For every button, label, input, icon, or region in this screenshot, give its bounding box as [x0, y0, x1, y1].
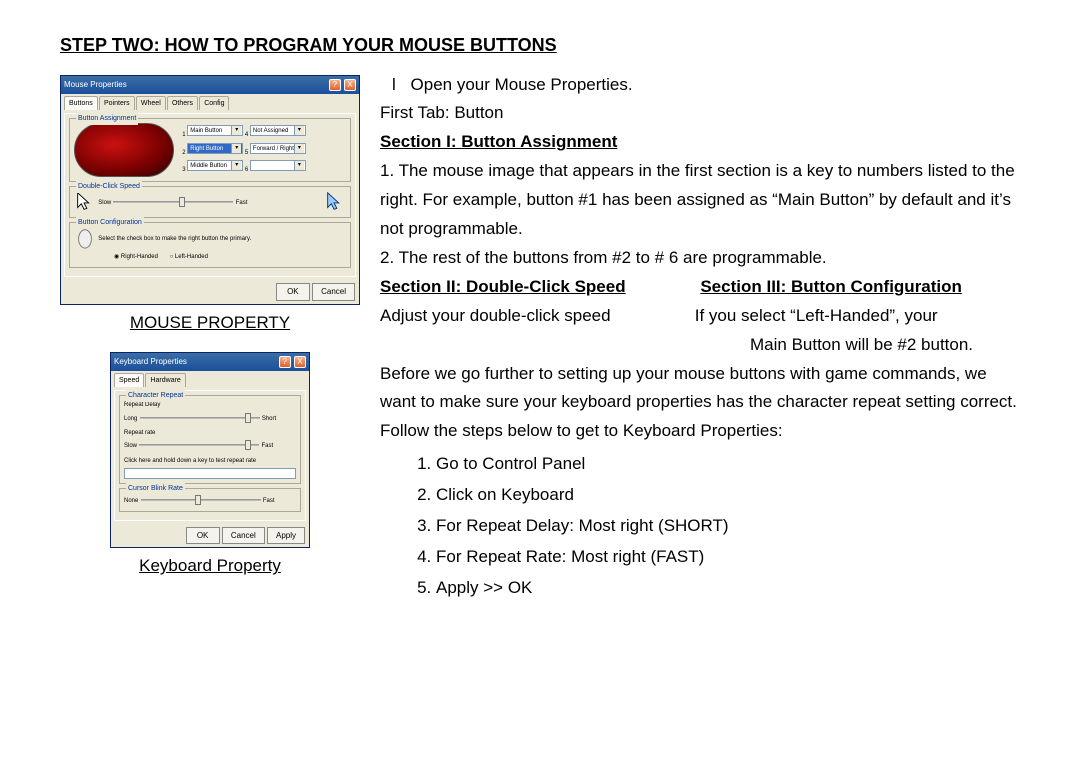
mouse-caption: MOUSE PROPERTY [60, 309, 360, 338]
fast-label: Fast [263, 498, 275, 504]
double-click-slider[interactable] [113, 198, 233, 206]
button5-dropdown[interactable]: Forward / Right Click [250, 143, 306, 154]
close-icon[interactable]: X [294, 356, 306, 368]
step-item: Apply >> OK [436, 574, 1020, 603]
section2-heading: Section II: Double-Click Speed [380, 273, 626, 302]
cancel-button[interactable]: Cancel [222, 527, 265, 545]
help-icon[interactable]: ? [329, 79, 341, 91]
short-label: Short [262, 416, 276, 422]
group-title: Double-Click Speed [76, 181, 142, 193]
group-button-config: Button Configuration Select the check bo… [69, 222, 351, 268]
none-label: None [124, 498, 138, 504]
mouse-properties-window: Mouse Properties ? X Buttons Pointers Wh… [60, 75, 360, 305]
slow-label: Slow [98, 201, 111, 207]
cursor-blink-slider[interactable] [141, 496, 261, 504]
tab-config[interactable]: Config [199, 96, 229, 111]
cancel-button[interactable]: Cancel [312, 283, 355, 301]
section-row: Section II: Double-Click Speed Section I… [380, 273, 1020, 302]
tab-speed[interactable]: Speed [114, 373, 144, 388]
group-title: Button Configuration [76, 217, 144, 229]
open-text: Open your Mouse Properties. [411, 75, 633, 94]
group-cursor-blink: Cursor Blink Rate None Fast [119, 488, 301, 512]
section1-heading: Section I: Button Assignment [380, 128, 617, 157]
ok-button[interactable]: OK [276, 283, 310, 301]
mouse-window-title: Mouse Properties [64, 78, 127, 92]
radio-right-handed[interactable]: Right-Handed [121, 254, 158, 260]
section1-para1: 1. The mouse image that appears in the f… [380, 157, 1020, 244]
ok-button[interactable]: OK [186, 527, 220, 545]
open-line: l Open your Mouse Properties. [380, 71, 1020, 100]
fast-label: Fast [261, 443, 273, 449]
group-title: Character Repeat [126, 390, 185, 402]
apply-button[interactable]: Apply [267, 527, 305, 545]
section1-para2: 2. The rest of the buttons from #2 to # … [380, 244, 1020, 273]
step-item: Click on Keyboard [436, 481, 1020, 510]
long-label: Long [124, 416, 137, 422]
repeat-rate-label: Repeat rate [124, 428, 296, 438]
kbd-tabs: Speed Hardware [111, 371, 309, 388]
left-column: Mouse Properties ? X Buttons Pointers Wh… [60, 71, 360, 605]
group-button-assignment: Button Assignment 1 Main Button 4 Not As… [69, 118, 351, 182]
two-column-layout: Mouse Properties ? X Buttons Pointers Wh… [60, 71, 1020, 605]
keyboard-properties-window: Keyboard Properties ? X Speed Hardware C… [110, 352, 310, 549]
tab-others[interactable]: Others [167, 96, 198, 111]
control-panel-steps: Go to Control Panel Click on Keyboard Fo… [436, 450, 1020, 602]
repeat-rate-slider[interactable] [139, 441, 259, 449]
button4-dropdown[interactable]: Not Assigned [250, 125, 306, 136]
group-title: Button Assignment [76, 113, 138, 125]
mouse-window-titlebar: Mouse Properties ? X [61, 76, 359, 94]
tab-wheel[interactable]: Wheel [136, 96, 166, 111]
step-item: Go to Control Panel [436, 450, 1020, 479]
section3-text2: Main Button will be #2 button. [380, 331, 1020, 360]
tab-buttons[interactable]: Buttons [64, 96, 98, 111]
fast-label: Fast [236, 201, 248, 207]
kbd-window-title: Keyboard Properties [114, 355, 187, 369]
test-text: Click here and hold down a key to test r… [124, 456, 296, 466]
bullet-icon: l [392, 75, 396, 94]
step-item: For Repeat Delay: Most right (SHORT) [436, 512, 1020, 541]
group-title: Cursor Blink Rate [126, 483, 185, 495]
button6-dropdown[interactable] [250, 160, 306, 171]
pointer-icon [74, 191, 96, 213]
button1-dropdown[interactable]: Main Button [187, 125, 243, 136]
section2-text: Adjust your double-click speed [380, 302, 690, 331]
right-column: l Open your Mouse Properties. First Tab:… [380, 71, 1020, 605]
tab-pointers[interactable]: Pointers [99, 96, 135, 111]
first-tab-line: First Tab: Button [380, 99, 1020, 128]
keyboard-caption: Keyboard Property [60, 552, 360, 581]
group-char-repeat: Character Repeat Repeat Delay Long Short… [119, 395, 301, 484]
group-double-click: Double-Click Speed Slow Fast [69, 186, 351, 218]
config-text: Select the check box to make the right b… [98, 237, 251, 243]
section-text-row: Adjust your double-click speed If you se… [380, 302, 1020, 331]
repeat-delay-slider[interactable] [140, 414, 260, 422]
kbd-window-titlebar: Keyboard Properties ? X [111, 353, 309, 371]
page-title: STEP TWO: HOW TO PROGRAM YOUR MOUSE BUTT… [60, 30, 1020, 61]
radio-left-handed[interactable]: Left-Handed [175, 254, 208, 260]
pointer-icon-blue [324, 191, 346, 213]
button2-dropdown[interactable]: Right Button [187, 143, 243, 154]
section3-heading: Section III: Button Configuration [700, 273, 962, 302]
mouse-icon [74, 227, 96, 249]
close-icon[interactable]: X [344, 79, 356, 91]
mouse-image-icon [74, 123, 174, 177]
slow-label: Slow [124, 443, 137, 449]
test-input[interactable] [124, 468, 296, 479]
before-paragraph: Before we go further to setting up your … [380, 360, 1020, 447]
button3-dropdown[interactable]: Middle Button [187, 160, 243, 171]
mouse-tabs: Buttons Pointers Wheel Others Config [61, 94, 359, 111]
tab-hardware[interactable]: Hardware [145, 373, 185, 388]
help-icon[interactable]: ? [279, 356, 291, 368]
section3-text1: If you select “Left-Handed”, your [695, 306, 938, 325]
step-item: For Repeat Rate: Most right (FAST) [436, 543, 1020, 572]
